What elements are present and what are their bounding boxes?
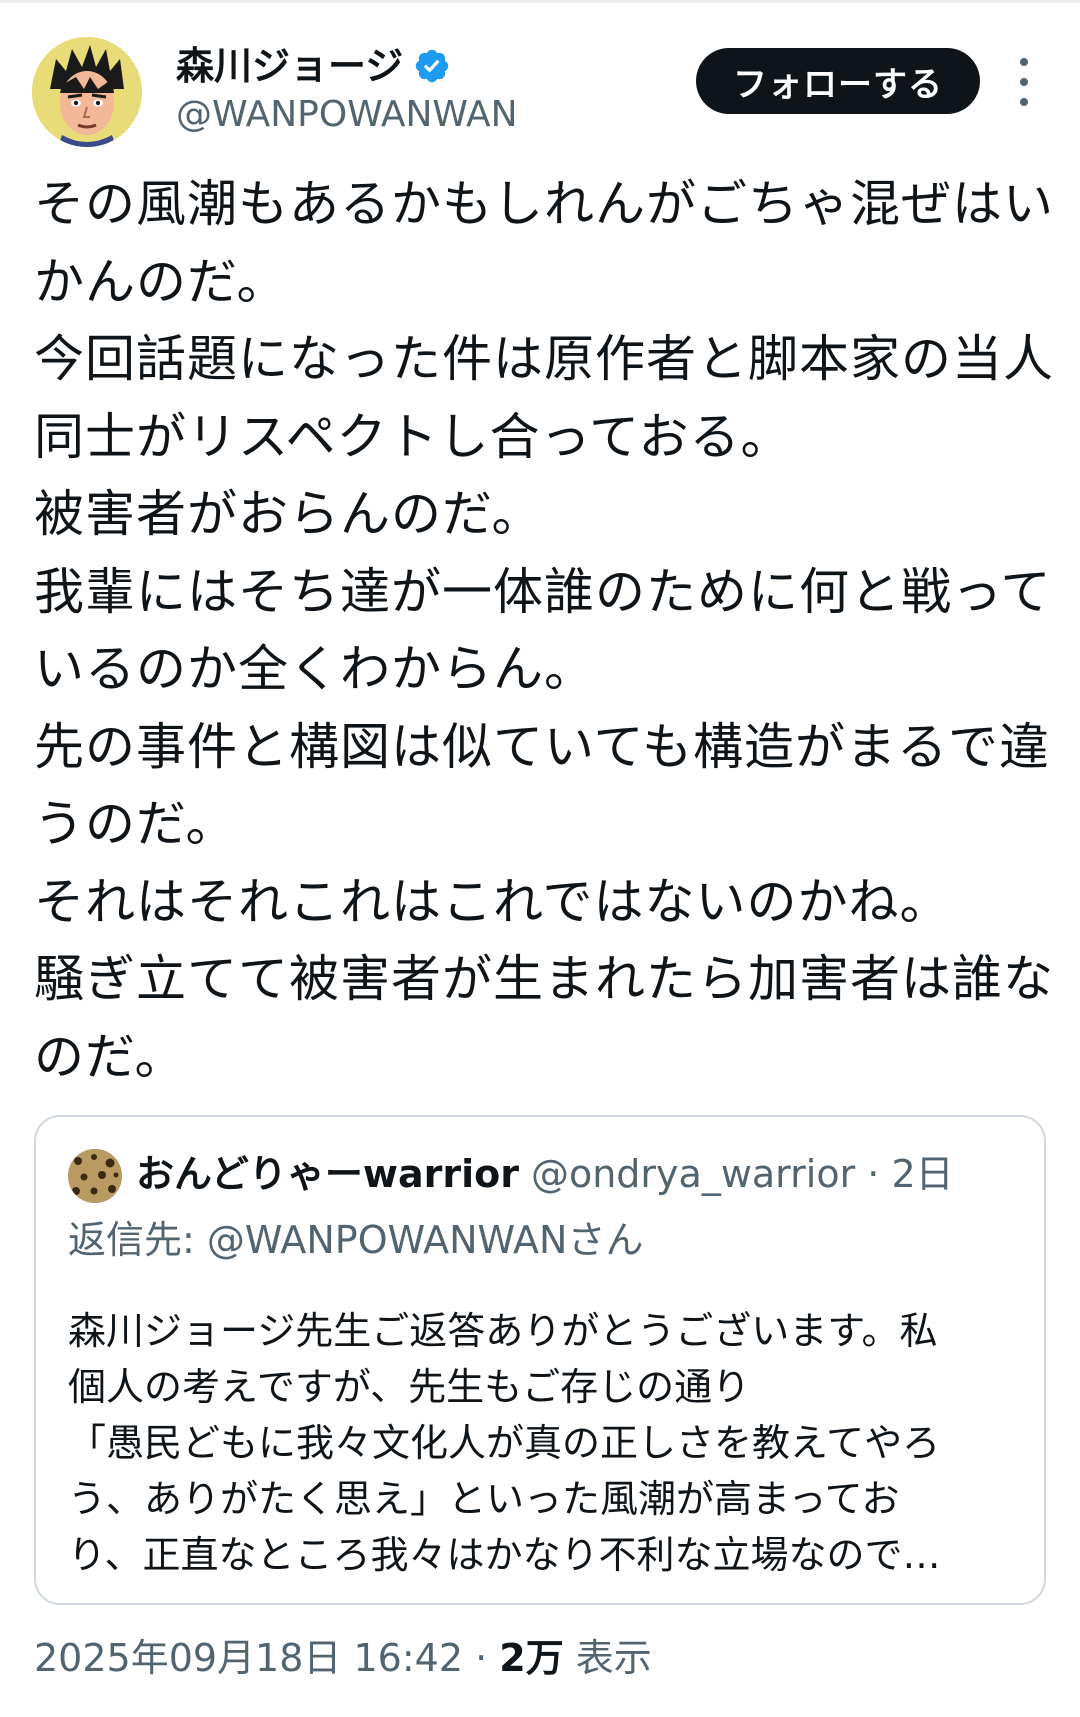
author-display-name[interactable]: 森川ジョージ [176, 42, 451, 90]
tweet-line: 同士がリスペクトし合っておる。 [34, 407, 792, 466]
tweet-line: 我輩にはそち達が一体誰のために何と戦って [34, 562, 1052, 621]
reply-to-label: 返信先: @WANPOWANWANさん [68, 1218, 644, 1262]
tweet-line: その風潮もあるかもしれんがごちゃ混ぜはい [34, 175, 1054, 233]
quote-line: 「愚民どもに我々文化人が真の正しさを教えてやろ [68, 1421, 941, 1465]
verified-badge-icon [416, 49, 449, 83]
dot [1020, 58, 1028, 66]
quote-line: 森川ジョージ先生ご返答ありがとうございます。私 [68, 1309, 938, 1353]
tweet-meta: 2025年09月18日 16:42 · 2万 表示 [34, 1630, 652, 1686]
tweet-line: うのだ。 [34, 795, 237, 853]
tweet-line: かんのだ。 [34, 252, 288, 311]
tweet-line: いるのか全くわからん。 [34, 640, 595, 698]
dot [1020, 98, 1028, 106]
quote-author-avatar[interactable] [68, 1149, 122, 1203]
dot [1020, 78, 1028, 86]
views-label: 表示 [563, 1636, 652, 1680]
leopard-pattern-avatar-icon [68, 1149, 122, 1203]
tweet-text: その風潮もあるかもしれんがごちゃ混ぜはい かんのだ。 今回話題になった件は原作者… [34, 166, 1054, 1096]
tweet-line: 騒ぎ立てて被害者が生まれたら加害者は誰な [34, 950, 1054, 1008]
meta-separator: · [463, 1636, 500, 1680]
tweet-line: 被害者がおらんのだ。 [34, 485, 543, 543]
quoted-tweet-card[interactable]: おんどりゃーwarrior @ondrya_warrior · 2日 返信先: @… [34, 1115, 1046, 1605]
tweet-timestamp[interactable]: 2025年09月18日 16:42 [34, 1636, 463, 1680]
quote-line: 個人の考えですが、先生もご存じの通り [68, 1365, 751, 1409]
quote-separator: · [855, 1152, 892, 1196]
more-dots-vertical-icon[interactable] [1012, 58, 1036, 106]
top-divider [0, 0, 1080, 3]
quote-text: 森川ジョージ先生ご返答ありがとうございます。私 個人の考えですが、先生もご存じの… [68, 1303, 1028, 1583]
manga-boxer-avatar-icon [32, 37, 142, 147]
quote-line: う、ありがたく思え」といった風潮が高まってお [68, 1477, 900, 1521]
tweet-line: それはそれこれはこれではないのかね。 [34, 872, 951, 931]
quote-header: おんどりゃーwarrior @ondrya_warrior · 2日 [136, 1145, 954, 1203]
tweet-line: 今回話題になった件は原作者と脚本家の当人 [34, 330, 1054, 388]
author-handle[interactable]: @WANPOWANWAN [176, 92, 518, 138]
quote-line: り、正直なところ我々はかなり不利な立場なので… [68, 1533, 941, 1577]
author-name-text: 森川ジョージ [176, 44, 404, 88]
author-avatar[interactable] [32, 37, 142, 147]
quote-author-name[interactable]: おんどりゃーwarrior [136, 1152, 519, 1196]
tweet-line: のだ。 [34, 1027, 186, 1086]
quote-date[interactable]: 2日 [891, 1152, 953, 1196]
quote-author-handle[interactable]: @ondrya_warrior [531, 1152, 855, 1196]
follow-button[interactable]: フォローする [696, 48, 980, 114]
tweet-line: 先の事件と構図は似ていても構造がまるで違 [34, 717, 1050, 776]
views-count: 2万 [499, 1636, 564, 1680]
